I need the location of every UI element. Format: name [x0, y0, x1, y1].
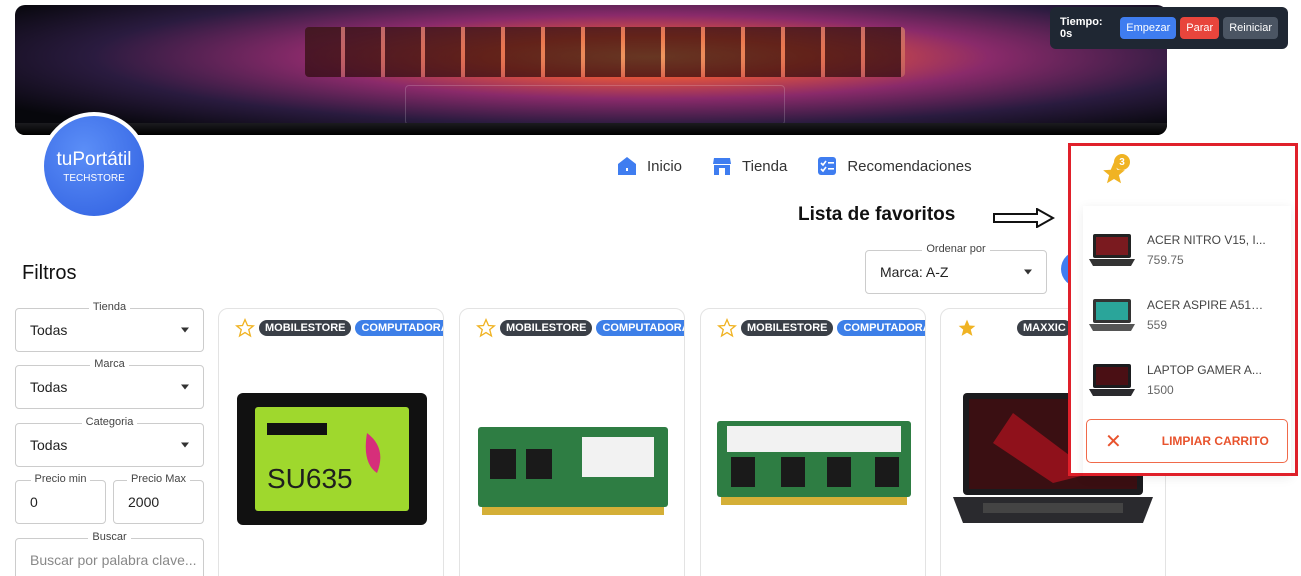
laptop-trackpad-image — [405, 85, 785, 125]
favorite-item-name: ACER NITRO V15, I... — [1147, 233, 1266, 247]
favorite-item[interactable]: LAPTOP GAMER A... 1500 — [1089, 350, 1289, 410]
store-icon — [713, 158, 732, 175]
favorite-item-name: ACER ASPIRE A515... — [1147, 298, 1267, 312]
product-thumbnail — [1089, 299, 1135, 331]
close-icon: ✕ — [1105, 430, 1122, 453]
brand-select-label: Marca — [90, 358, 129, 370]
page: Tiempo: 0s Empezar Parar Reiniciar tuPor… — [0, 0, 1301, 576]
store-badge: MAXXIC — [1017, 320, 1072, 336]
logo-name: tuPortátil — [56, 148, 132, 170]
product-thumbnail — [1089, 234, 1135, 266]
store-badge: MOBILESTORE — [741, 320, 834, 336]
favorite-item[interactable]: ACER NITRO V15, I... 759.75 — [1089, 220, 1289, 280]
product-card[interactable]: MOBILESTORE COMPUTADORA — [700, 308, 926, 576]
search-label: Buscar — [88, 531, 131, 543]
price-min-field[interactable]: Precio min 0 — [15, 473, 106, 524]
category-select[interactable]: Categoria Todas — [15, 416, 204, 467]
main-nav: Inicio Tienda Recomendaciones — [617, 156, 972, 176]
hero-banner — [15, 5, 1167, 135]
logo-subtitle: TECHSTORE — [63, 172, 125, 184]
store-select-label: Tienda — [88, 301, 131, 313]
nav-item-inicio[interactable]: Inicio — [617, 156, 682, 176]
nav-label-recomendaciones: Recomendaciones — [847, 157, 972, 175]
filters-title: Filtros — [22, 262, 77, 284]
store-select[interactable]: Tienda Todas — [15, 301, 204, 352]
category-select-value: Todas — [30, 437, 68, 453]
price-min-label: Precio min — [30, 473, 91, 485]
caret-down-icon — [181, 384, 189, 390]
caret-down-icon — [181, 327, 189, 333]
brand-select[interactable]: Marca Todas — [15, 358, 204, 409]
clear-cart-label: LIMPIAR CARRITO — [1161, 434, 1269, 448]
favorite-item-price: 759.75 — [1147, 253, 1184, 267]
product-thumbnail — [1089, 364, 1135, 396]
home-icon — [618, 157, 636, 175]
price-min-value: 0 — [30, 494, 38, 510]
ram-image — [478, 427, 668, 515]
search-placeholder: Buscar por palabra clave... — [30, 552, 197, 568]
laptop-keyboard-image — [305, 27, 905, 77]
store-badge: MOBILESTORE — [500, 320, 593, 336]
sort-label: Ordenar por — [922, 243, 990, 255]
price-max-label: Precio Max — [126, 473, 191, 485]
reset-button[interactable]: Reiniciar — [1223, 17, 1278, 39]
store-logo[interactable]: tuPortátil TECHSTORE — [40, 112, 148, 220]
caret-down-icon — [1024, 269, 1032, 275]
price-max-value: 2000 — [128, 494, 160, 510]
svg-text:SU635: SU635 — [267, 463, 353, 494]
star-outline-icon[interactable] — [235, 318, 255, 338]
nav-label-tienda: Tienda — [742, 157, 788, 175]
start-button[interactable]: Empezar — [1120, 17, 1177, 39]
ssd-image: SU635 — [237, 393, 427, 525]
nav-item-recomendaciones[interactable]: Recomendaciones — [817, 156, 972, 176]
clear-cart-button[interactable]: ✕ LIMPIAR CARRITO — [1086, 419, 1288, 463]
category-badge: COMPUTADORA — [355, 320, 443, 336]
price-max-field[interactable]: Precio Max 2000 — [113, 473, 204, 524]
sort-value: Marca: A-Z — [880, 264, 949, 280]
stop-button[interactable]: Parar — [1180, 17, 1220, 39]
star-filled-icon[interactable] — [957, 318, 977, 338]
timer-widget: Tiempo: 0s Empezar Parar Reiniciar — [1050, 7, 1288, 49]
favorite-item-price: 559 — [1147, 318, 1168, 332]
favorite-item-name: LAPTOP GAMER A... — [1147, 363, 1262, 377]
favorites-dropdown: 3 ACER NITRO V15, I... 759.75 ACER ASPIR… — [1068, 143, 1298, 476]
nav-label-inicio: Inicio — [647, 157, 683, 175]
favorites-annotation: Lista de favoritos — [798, 204, 956, 225]
star-outline-icon[interactable] — [476, 318, 496, 338]
product-card[interactable]: MOBILESTORE COMPUTADORA SU635 — [218, 308, 444, 576]
category-badge: COMPUTADORA — [596, 320, 684, 336]
product-card[interactable]: MOBILESTORE COMPUTADORA — [459, 308, 685, 576]
store-select-value: Todas — [30, 322, 68, 338]
arrow-right-icon — [993, 208, 1055, 228]
category-select-label: Categoria — [81, 416, 138, 428]
brand-select-value: Todas — [30, 379, 68, 395]
star-outline-icon[interactable] — [717, 318, 737, 338]
timer-label: Tiempo: 0s — [1060, 16, 1103, 40]
laptop-edge-image — [15, 123, 1167, 135]
store-badge: MOBILESTORE — [259, 320, 352, 336]
checklist-icon — [818, 157, 837, 175]
category-badge: COMPUTADORA — [837, 320, 925, 336]
favorite-item-price: 1500 — [1147, 383, 1174, 397]
ram-image — [717, 421, 911, 505]
favorite-item[interactable]: ACER ASPIRE A515... 559 — [1089, 285, 1289, 345]
sort-select[interactable]: Ordenar por Marca: A-Z — [865, 243, 1047, 294]
nav-item-tienda[interactable]: Tienda — [712, 156, 787, 176]
caret-down-icon — [181, 442, 189, 448]
search-input[interactable]: Buscar Buscar por palabra clave... — [15, 531, 204, 576]
favorites-count-badge: 3 — [1114, 154, 1130, 170]
